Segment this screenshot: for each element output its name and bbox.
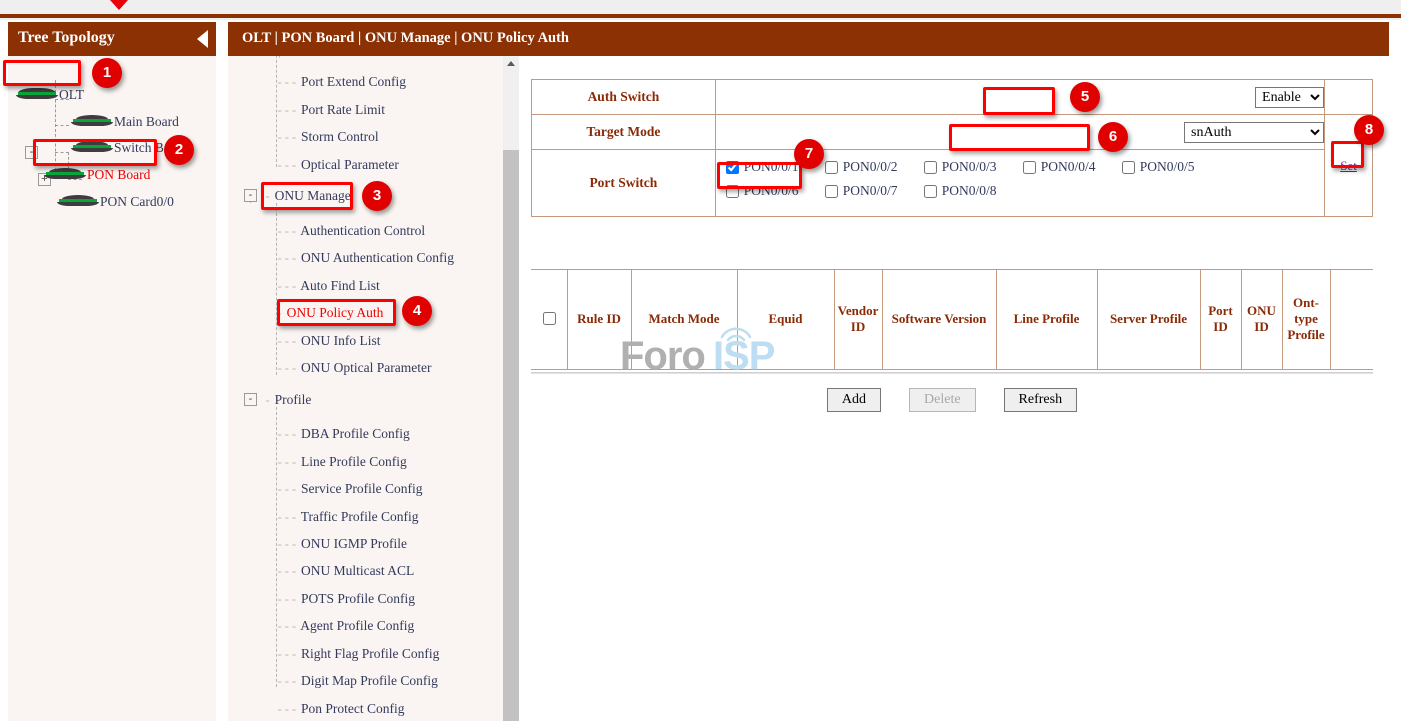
annotation-badge-6: 6 (1098, 122, 1128, 152)
expander-minus-glyph: - (30, 146, 34, 158)
port-checkbox-pon-0-0-4[interactable]: PON0/0/4 (1023, 159, 1122, 175)
refresh-button[interactable]: Refresh (1004, 388, 1078, 412)
annotation-badge-7: 7 (794, 139, 824, 169)
tree-topology-panel: Tree Topology - + OLT (8, 22, 216, 721)
port-checkbox-pon-0-0-2[interactable]: PON0/0/2 (825, 159, 924, 175)
port-checkbox-pon-0-0-8[interactable]: PON0/0/8 (924, 183, 1023, 199)
column-header-onu-id[interactable]: ONU ID (1241, 269, 1282, 369)
tree-connector-h2 (55, 125, 69, 126)
annotation-badge-2: 2 (164, 135, 194, 165)
target-mode-select[interactable]: snAuth loidAuth passwordAuth snAuthOrLoi… (1184, 122, 1324, 143)
column-header-server-profile[interactable]: Server Profile (1097, 269, 1200, 369)
app-window: Tree Topology - + OLT (0, 0, 1401, 721)
content-header: OLT | PON Board | ONU Manage | ONU Polic… (228, 22, 1389, 56)
delete-button: Delete (909, 388, 976, 412)
tree-connector-h3 (55, 152, 69, 153)
port-label: PON0/0/7 (843, 183, 898, 199)
target-mode-label: Target Mode (532, 115, 716, 150)
port-label: PON0/0/2 (843, 159, 898, 175)
annotation-badge-1: 1 (92, 58, 122, 88)
annotation-badge-4: 4 (402, 296, 432, 326)
data-table-separator (531, 372, 1373, 374)
tree-node-pon-card[interactable]: PON Card0/0 (57, 193, 174, 210)
top-strip-rule (0, 14, 1401, 18)
device-icon (57, 195, 99, 208)
form-row-target-mode: Target Mode snAuth loidAuth passwordAuth… (532, 115, 1373, 150)
select-all-cell (531, 269, 567, 369)
port-checkbox-input[interactable] (726, 185, 739, 198)
column-header-vendor-id[interactable]: Vendor ID (834, 269, 882, 369)
collapse-left-arrow-icon[interactable] (197, 30, 208, 48)
port-checkbox-input[interactable] (726, 161, 739, 174)
column-header-software-version[interactable]: Software Version (882, 269, 996, 369)
column-header-spacer (1330, 269, 1373, 369)
annotation-badge-8: 8 (1354, 115, 1384, 145)
tree-expander-pon-board[interactable]: - (25, 146, 38, 159)
port-checkbox-pon-0-0-3[interactable]: PON0/0/3 (924, 159, 1023, 175)
policy-rules-table: Rule ID Match Mode Equid Vendor ID Softw… (531, 269, 1373, 369)
port-label: PON0/0/3 (942, 159, 997, 175)
auth-switch-value-cell: Enable Disable (715, 80, 1324, 115)
column-header-match-mode[interactable]: Match Mode (631, 269, 737, 369)
port-checkbox-pon-0-0-7[interactable]: PON0/0/7 (825, 183, 924, 199)
tree-node-main-board[interactable]: Main Board (71, 113, 179, 130)
port-checkbox-input[interactable] (825, 185, 838, 198)
port-switch-label: Port Switch (532, 150, 716, 217)
content-gutter (519, 56, 531, 721)
tree-node-olt-label: OLT (59, 87, 84, 102)
tree-node-pon-board-label: PON Board (87, 167, 150, 182)
port-label: PON0/0/6 (744, 183, 799, 199)
tree-topology-title: Tree Topology (18, 29, 115, 46)
data-table-bottom-rule (531, 369, 1373, 370)
column-header-ont-type-profile[interactable]: Ont-type Profile (1282, 269, 1330, 369)
content-body: Auth Switch Enable Disable Target Mode s… (531, 56, 1389, 721)
auth-switch-action-cell (1325, 80, 1373, 115)
form-row-port-switch: Port Switch PON0/0/1 PON0/0/2 (532, 150, 1373, 217)
select-all-checkbox[interactable] (543, 312, 556, 325)
table-action-buttons: Add Delete Refresh (531, 388, 1373, 412)
port-checkbox-input[interactable] (825, 161, 838, 174)
annotation-badge-3: 3 (362, 181, 392, 211)
tree-node-pon-board[interactable]: PON Board (44, 166, 150, 183)
column-header-port-id[interactable]: Port ID (1200, 269, 1241, 369)
annotation-badge-5: 5 (1070, 82, 1100, 112)
port-checkbox-pon-0-0-6[interactable]: PON0/0/6 (726, 183, 825, 199)
port-label: PON0/0/5 (1140, 159, 1195, 175)
column-header-rule-id[interactable]: Rule ID (567, 269, 631, 369)
tree-node-olt[interactable]: OLT (16, 86, 84, 103)
port-checkbox-pon-0-0-5[interactable]: PON0/0/5 (1122, 159, 1221, 175)
auth-switch-label: Auth Switch (532, 80, 716, 115)
tree-node-main-board-label: Main Board (114, 114, 179, 129)
device-icon (71, 115, 113, 128)
down-triangle-marker-icon (110, 0, 128, 10)
device-icon (44, 168, 86, 181)
port-checkbox-input[interactable] (1122, 161, 1135, 174)
port-label: PON0/0/8 (942, 183, 997, 199)
breadcrumb: OLT | PON Board | ONU Manage | ONU Polic… (242, 30, 569, 46)
tree-node-pon-card-label: PON Card0/0 (100, 194, 174, 209)
device-icon (16, 88, 58, 101)
content-area: OLT | PON Board | ONU Manage | ONU Polic… (228, 22, 1389, 721)
add-button[interactable]: Add (827, 388, 881, 412)
table-header-row: Rule ID Match Mode Equid Vendor ID Softw… (531, 269, 1373, 369)
policy-auth-form: Auth Switch Enable Disable Target Mode s… (531, 79, 1373, 217)
set-link[interactable]: Set (1340, 158, 1357, 173)
top-strip (0, 0, 1401, 20)
column-header-line-profile[interactable]: Line Profile (996, 269, 1097, 369)
port-checkbox-input[interactable] (924, 185, 937, 198)
column-header-equid[interactable]: Equid (737, 269, 834, 369)
form-row-auth-switch: Auth Switch Enable Disable (532, 80, 1373, 115)
auth-switch-select[interactable]: Enable Disable (1255, 87, 1324, 108)
device-icon (71, 141, 113, 154)
port-label: PON0/0/4 (1041, 159, 1096, 175)
port-checkbox-input[interactable] (1023, 161, 1036, 174)
tree-topology-header: Tree Topology (8, 22, 216, 56)
port-checkbox-input[interactable] (924, 161, 937, 174)
port-label: PON0/0/1 (744, 159, 799, 175)
